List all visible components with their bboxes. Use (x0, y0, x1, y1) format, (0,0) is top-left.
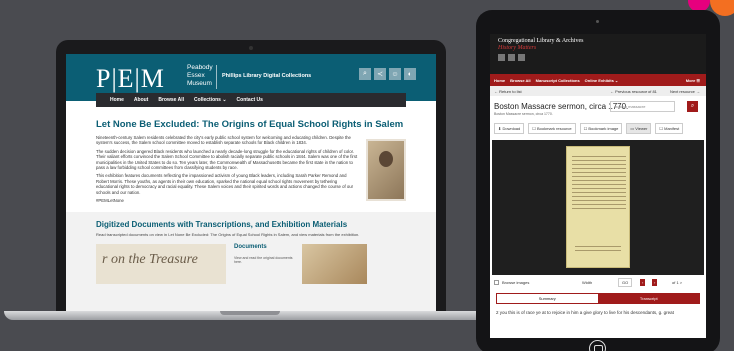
header-icons: ⌕ ≺ ☺ ◐ (359, 68, 416, 80)
section-title: Digitized Documents with Transcriptions,… (96, 220, 348, 230)
tablet-camera (596, 20, 599, 23)
contrast-icon[interactable]: ◐ (404, 68, 416, 80)
search-input[interactable]: boston massacre (610, 101, 675, 112)
logo-sub-essex: Essex (187, 72, 205, 79)
bookmark-image-button[interactable]: ☐ Bookmark image (579, 123, 623, 134)
header-divider (216, 65, 217, 89)
prev-page-button[interactable]: ‹ (640, 278, 646, 286)
download-button[interactable]: ⬇ Download (494, 123, 525, 134)
paragraph: This exhibition features documents refle… (96, 173, 354, 195)
bookmark-icon[interactable] (518, 54, 525, 61)
tablet-screen: Congregational Library & Archives Histor… (490, 34, 706, 338)
tablet-header: Congregational Library & Archives Histor… (490, 34, 706, 74)
pem-logo[interactable]: P|E|M (96, 64, 165, 94)
return-link[interactable]: ← Return to list (494, 89, 522, 94)
main-nav: Home About Browse All Collections ⌄ Cont… (96, 93, 406, 107)
documents-title: Documents (234, 244, 267, 251)
signature (575, 243, 621, 251)
manifest-button[interactable]: ☐ Manifest (655, 123, 684, 134)
handwriting (572, 153, 626, 211)
width-label: Width (582, 279, 593, 285)
tab-summary[interactable]: Summary (497, 294, 599, 303)
section-subtitle: Read transcripted documents on view in L… (96, 232, 360, 238)
manuscript-page (566, 146, 630, 268)
intro-text: Nineteenth-century Salem residents celeb… (96, 135, 358, 206)
tablet: Congregational Library & Archives Histor… (476, 10, 720, 351)
logo-sub-museum: Museum (187, 80, 212, 87)
laptop: P|E|M Peabody Essex Museum Phillips Libr… (56, 40, 446, 312)
nav-contact[interactable]: Contact Us (237, 97, 263, 103)
logo-sub-peabody: Peabody (187, 64, 213, 71)
nav-browse-all[interactable]: Browse All (510, 78, 531, 83)
intro-row: Nineteenth-century Salem residents celeb… (96, 135, 406, 206)
nav-about[interactable]: About (134, 97, 148, 103)
transcript-text: 2 you this is of race ye at to rejoice i… (496, 310, 674, 315)
paragraph: The sudden decision angered Black reside… (96, 148, 358, 171)
hashtag: #PEMLetNone (96, 198, 124, 204)
next-page-button[interactable]: › (652, 278, 658, 286)
site-header: P|E|M Peabody Essex Museum Phillips Libr… (66, 54, 436, 107)
nav-more[interactable]: More ☰ (686, 78, 700, 83)
prev-resource[interactable]: ← Previous resource (610, 89, 647, 94)
brand-tagline: History Matters (498, 45, 537, 51)
site-name: Phillips Library Digital Collections (222, 73, 312, 79)
paragraph: Nineteenth-century Salem residents celeb… (96, 135, 351, 146)
resource-bar: ← Return to list ← Previous resource of … (490, 86, 706, 96)
image-viewer[interactable] (492, 140, 704, 275)
home-button[interactable] (589, 340, 606, 351)
documents-card[interactable]: Documents View and read the original doc… (234, 244, 294, 284)
share-icon[interactable] (508, 54, 515, 61)
page-indicator: of 1 > (672, 279, 683, 285)
nav-manuscripts[interactable]: Manuscript Collections (536, 78, 580, 83)
browse-images-label: Browse images (502, 279, 530, 285)
camera (249, 46, 253, 50)
documents-section: Digitized Documents with Transcriptions,… (66, 212, 436, 312)
brand-logo[interactable]: Congregational Library & Archives Histor… (498, 38, 583, 52)
toolbar: ⬇ Download ☐ Bookmark resource ☐ Bookmar… (490, 117, 706, 140)
nav-collections[interactable]: Collections ⌄ (194, 97, 227, 103)
bookmark-resource-button[interactable]: ☐ Bookmark resource (528, 123, 576, 134)
go-button[interactable]: GO (618, 277, 633, 287)
manuscript-image[interactable]: r on the Treasure (96, 244, 226, 285)
logo-subtext: Peabody Essex Museum (187, 64, 213, 88)
map-image[interactable] (302, 244, 367, 285)
search-icon[interactable]: ⌕ (359, 68, 371, 80)
laptop-notch (220, 311, 280, 315)
search-icon[interactable] (498, 54, 505, 61)
page-title: Let None Be Excluded: The Origins of Equ… (96, 119, 404, 130)
viewer-button[interactable]: ▭ Viewer (626, 123, 652, 134)
resource-title: Boston Massacre sermon, circa 1770. bost… (490, 96, 706, 112)
main-content: Let None Be Excluded: The Origins of Equ… (66, 107, 436, 206)
content-tabs: Summary Transcript (496, 293, 700, 304)
tablet-nav: Home Browse All Manuscript Collections O… (490, 74, 706, 86)
portrait-image (366, 139, 406, 201)
resource-count: of 81 (648, 88, 657, 94)
documents-desc: View and read the original documents her… (234, 256, 293, 265)
nav-home[interactable]: Home (494, 78, 505, 83)
nav-online-exhibits[interactable]: Online Exhibits ⌄ (585, 78, 619, 83)
pagination: Browse images Width GO ‹ › of 1 > (490, 275, 706, 289)
laptop-screen: P|E|M Peabody Essex Museum Phillips Libr… (66, 54, 436, 312)
resource-title-text: Boston Massacre sermon, circa 1770. (494, 102, 629, 111)
search-button[interactable]: ⌕ (687, 101, 698, 112)
next-resource[interactable]: Next resource → (670, 89, 700, 94)
nav-home[interactable]: Home (110, 97, 124, 103)
tab-transcript[interactable]: Transcript (598, 294, 699, 303)
share-icon[interactable]: ≺ (374, 68, 386, 80)
user-icon[interactable]: ☺ (389, 68, 401, 80)
brand-name: Congregational Library & Archives (498, 38, 584, 44)
document-cards: r on the Treasure Documents View and rea… (96, 244, 406, 285)
browse-images-checkbox[interactable] (494, 279, 499, 285)
nav-browse-all[interactable]: Browse All (158, 97, 184, 103)
